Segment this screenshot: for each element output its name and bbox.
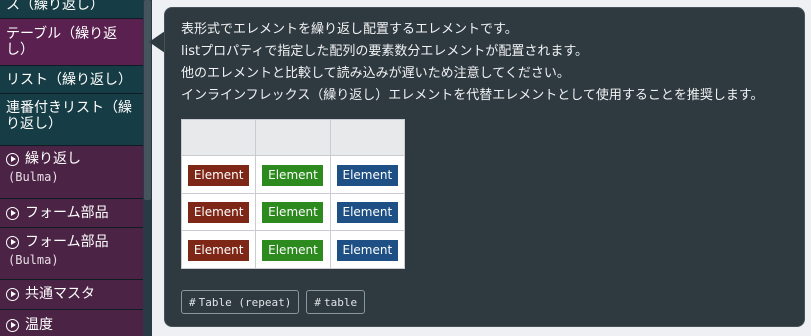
description-line: 表形式でエレメントを繰り返し配置するエレメントです。 (181, 22, 518, 37)
sidebar-item-label: リスト（繰り返し） (6, 72, 132, 88)
sidebar-item-label: 共通マスタ (25, 286, 95, 302)
hash-icon: # (189, 295, 196, 309)
app-window: ス（繰り返し） テーブル（繰り返し） リスト（繰り返し） 連番付きリスト（繰り返… (0, 0, 811, 336)
sidebar-item-label: 温度 (25, 317, 53, 333)
description-line: 他のエレメントと比較して読み込みが遅いため注意してください。 (181, 66, 570, 81)
sidebar-item-row: 温度 (6, 317, 137, 333)
play-circle-icon (6, 152, 19, 166)
example-table-cell: Element (255, 192, 331, 232)
example-table-preview: Element Element Element Element Element … (180, 118, 406, 269)
element-sample-red: Element (188, 239, 250, 261)
sidebar-item-label: 繰り返し (25, 151, 81, 167)
example-table-cell: Element (255, 155, 331, 194)
element-sample-red: Element (188, 164, 250, 186)
tooltip-arrow (149, 31, 165, 53)
play-circle-icon (6, 287, 19, 301)
tag-list: # Table (repeat) # table (181, 290, 366, 314)
sidebar-item-row: フォーム部品 (6, 234, 137, 250)
sidebar-list: ス（繰り返し） テーブル（繰り返し） リスト（繰り返し） 連番付きリスト（繰り返… (0, 0, 143, 336)
example-table-row: Element Element Element (180, 230, 406, 269)
sidebar-item-sublabel: (Bulma) (8, 253, 59, 267)
sidebar-item-sublabel: (Bulma) (8, 170, 59, 184)
sidebar-item-row: フォーム部品 (6, 205, 137, 221)
tag-label: table (323, 295, 358, 309)
example-table-header-cell (180, 118, 257, 157)
element-sample-blue: Element (336, 164, 398, 186)
sidebar-item-temperature[interactable]: 温度 (0, 310, 143, 336)
example-table-header-cell (255, 118, 331, 157)
example-table-header-row (180, 118, 406, 157)
play-circle-icon (6, 235, 19, 249)
tag-table-repeat[interactable]: # Table (repeat) (181, 290, 300, 314)
description-line: listプロパティで指定した配列の要素数分エレメントが配置されます。 (181, 44, 589, 59)
sidebar-item-common-master[interactable]: 共通マスタ (0, 280, 143, 310)
element-sample-blue: Element (336, 239, 398, 261)
tooltip-description: 表形式でエレメントを繰り返し配置するエレメントです。 listプロパティで指定し… (181, 22, 791, 110)
sidebar-item-label: 連番付きリスト（繰り返し） (6, 100, 132, 132)
example-table-cell: Element (329, 155, 406, 194)
sidebar: ス（繰り返し） テーブル（繰り返し） リスト（繰り返し） 連番付きリスト（繰り返… (0, 0, 152, 336)
sidebar-item-row: 繰り返し (6, 151, 137, 167)
element-tooltip: 表形式でエレメントを繰り返し配置するエレメントです。 listプロパティで指定し… (164, 7, 805, 327)
tag-table[interactable]: # table (306, 290, 366, 314)
element-sample-green: Element (262, 164, 324, 186)
sidebar-item-row: 共通マスタ (6, 286, 137, 302)
tag-label: Table (repeat) (198, 295, 292, 309)
element-sample-blue: Element (336, 202, 398, 224)
example-table-row: Element Element Element (180, 155, 406, 194)
example-table-cell: Element (255, 230, 331, 269)
element-sample-red: Element (188, 202, 250, 224)
sidebar-item-form-parts[interactable]: フォーム部品 (0, 199, 143, 228)
hash-icon: # (314, 295, 321, 309)
sidebar-item-form-parts-bulma[interactable]: フォーム部品 (Bulma) (0, 228, 143, 280)
example-table-cell: Element (180, 192, 257, 232)
sidebar-item-numbered-list-repeat[interactable]: 連番付きリスト（繰り返し） (0, 94, 143, 146)
example-table-row: Element Element Element (180, 192, 406, 232)
play-circle-icon (6, 206, 19, 220)
sidebar-item-list-repeat-partial[interactable]: ス（繰り返し） (0, 0, 143, 19)
play-circle-icon (6, 318, 19, 332)
element-sample-green: Element (262, 202, 324, 224)
sidebar-item-repeat-bulma[interactable]: 繰り返し (Bulma) (0, 146, 143, 199)
element-sample-green: Element (262, 239, 324, 261)
sidebar-item-label: フォーム部品 (25, 234, 109, 250)
description-line: インラインフレックス（繰り返し）エレメントを代替エレメントとして使用することを推… (181, 88, 764, 103)
sidebar-item-label: ス（繰り返し） (6, 0, 104, 13)
example-table-cell: Element (180, 155, 257, 194)
sidebar-item-table-repeat[interactable]: テーブル（繰り返し） (0, 19, 143, 66)
example-table-cell: Element (180, 230, 257, 269)
example-table-cell: Element (329, 192, 406, 232)
sidebar-item-label: フォーム部品 (25, 205, 109, 221)
sidebar-item-label: テーブル（繰り返し） (6, 26, 118, 58)
example-table-cell: Element (329, 230, 406, 269)
example-table-header-cell (329, 118, 406, 157)
sidebar-item-list-repeat[interactable]: リスト（繰り返し） (0, 66, 143, 94)
sidebar-scrollbar-thumb[interactable] (144, 0, 151, 200)
